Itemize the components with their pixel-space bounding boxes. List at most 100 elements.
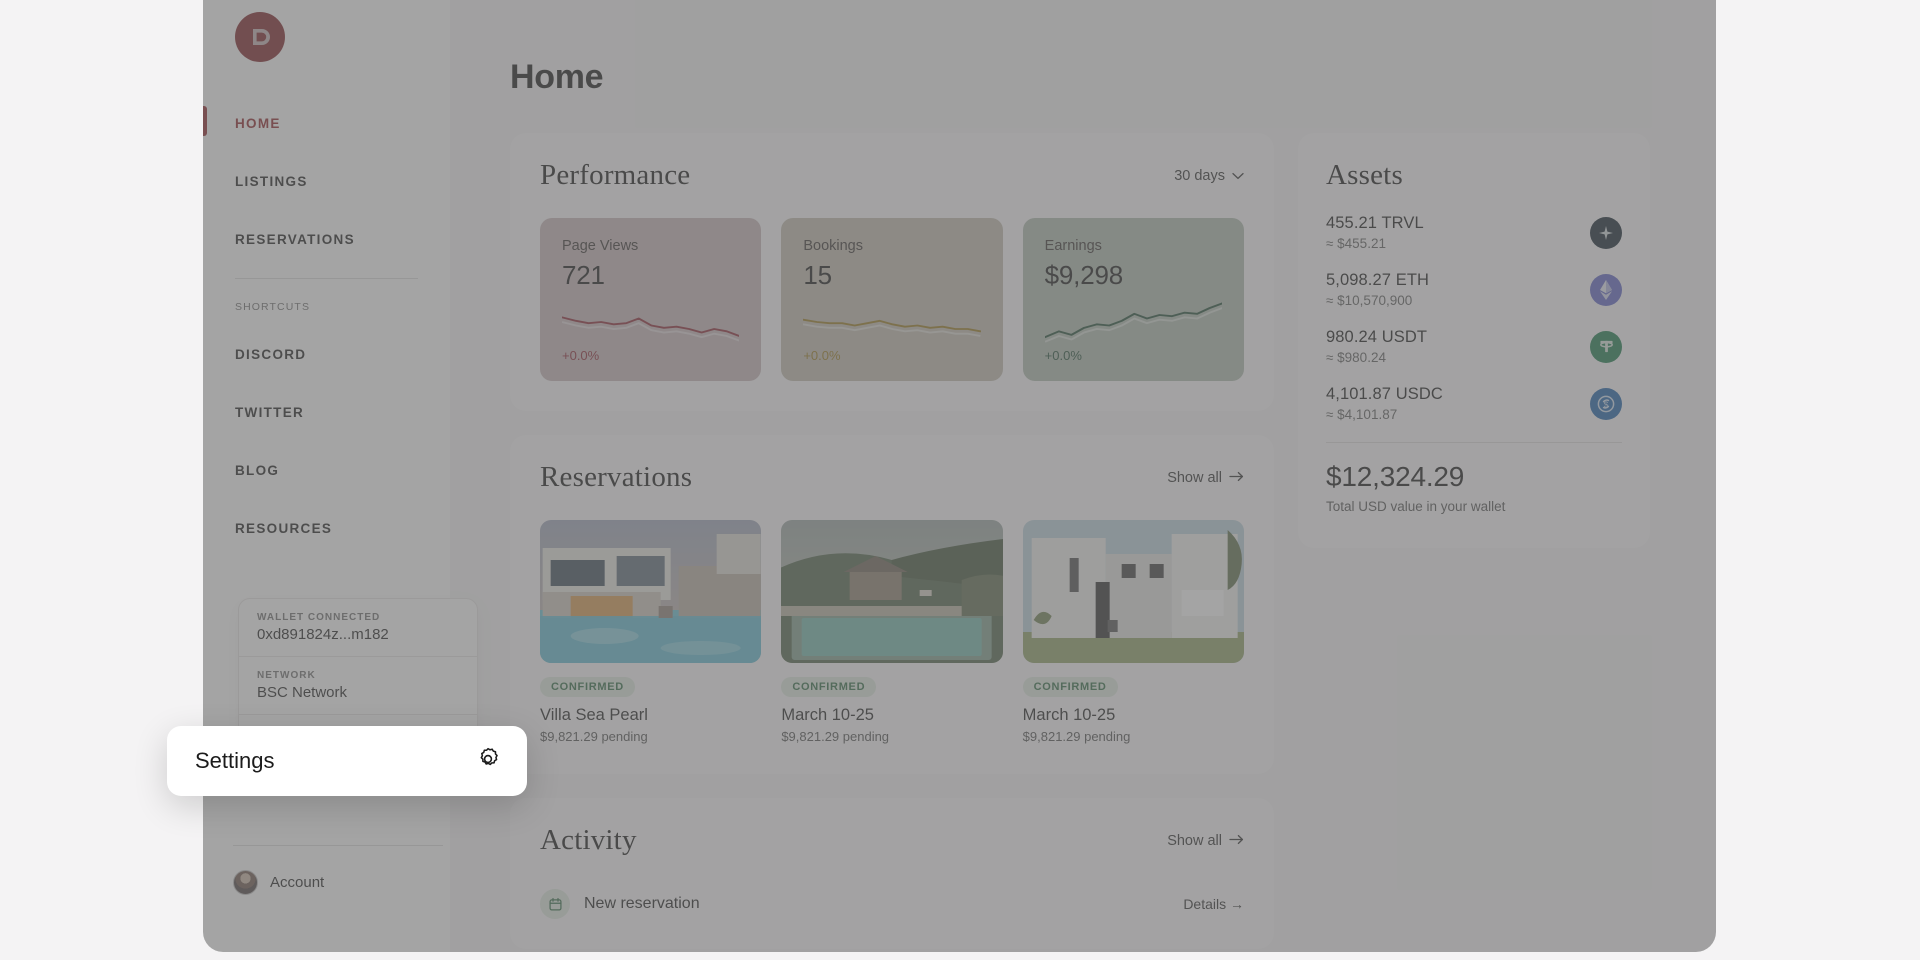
app-window: HOME LISTINGS RESERVATIONS SHORTCUTS DIS… xyxy=(203,0,1716,952)
sidebar-item-home[interactable]: HOME xyxy=(203,104,450,143)
wallet-address: 0xd891824z...m182 xyxy=(257,626,389,643)
reservations-panel: Reservations Show all CONFIRMED Villa Se… xyxy=(510,435,1274,774)
account-button[interactable]: Account xyxy=(233,870,324,895)
metric-label: Bookings xyxy=(803,238,863,254)
left-column: Performance 30 days Page Views 721 +0.0%… xyxy=(510,133,1274,952)
wallet-connected-row[interactable]: WALLET CONNECTED 0xd891824z...m182 xyxy=(239,599,477,656)
reservation-photo-white-house xyxy=(1022,520,1244,663)
status-badge: CONFIRMED xyxy=(781,677,877,697)
sidebar-item-label: RESERVATIONS xyxy=(235,232,355,247)
primary-nav: HOME LISTINGS RESERVATIONS SHORTCUTS DIS… xyxy=(203,104,450,567)
network-value: BSC Network xyxy=(257,684,348,701)
metric-label: Earnings xyxy=(1044,238,1102,254)
network-label: NETWORK xyxy=(257,670,316,681)
avatar xyxy=(233,870,258,895)
asset-row-usdc[interactable]: 4,101.87 USDC ≈ $4,101.87 $ xyxy=(1326,385,1622,422)
asset-amount: 5,098.27 ETH xyxy=(1326,271,1430,289)
performance-title: Performance xyxy=(540,159,691,191)
status-badge: CONFIRMED xyxy=(540,677,635,697)
eth-icon xyxy=(1590,273,1622,306)
sidebar-item-twitter[interactable]: TWITTER xyxy=(203,393,450,432)
assets-total-value: $12,324.29 xyxy=(1326,461,1465,492)
reservation-name: March 10-25 xyxy=(1022,706,1116,724)
right-column: Assets 455.21 TRVL ≈ $455.21 5,098.27 ET… xyxy=(1298,133,1650,572)
assets-title: Assets xyxy=(1326,159,1403,191)
performance-panel: Performance 30 days Page Views 721 +0.0%… xyxy=(510,133,1274,411)
reservation-card[interactable]: CONFIRMED March 10-25 $9,821.29 pending xyxy=(1022,520,1244,744)
activity-panel: Activity Show all New reservation Detail… xyxy=(510,798,1274,949)
reservation-photo-villa-sunset xyxy=(540,520,762,663)
metric-card-page-views[interactable]: Page Views 721 +0.0% xyxy=(540,218,762,381)
assets-panel: Assets 455.21 TRVL ≈ $455.21 5,098.27 ET… xyxy=(1298,133,1650,548)
sidebar-item-label: LISTINGS xyxy=(235,174,308,189)
asset-amount: 980.24 USDT xyxy=(1326,328,1428,346)
sidebar-item-reservations[interactable]: RESERVATIONS xyxy=(203,220,450,259)
metric-delta: +0.0% xyxy=(562,348,600,363)
arrow-right-icon: → xyxy=(1230,896,1244,912)
show-all-label: Show all xyxy=(1167,832,1222,849)
metric-card-earnings[interactable]: Earnings $9,298 +0.0% xyxy=(1022,218,1244,381)
asset-amount: 4,101.87 USDC xyxy=(1326,385,1443,403)
activity-row-title: New reservation xyxy=(584,895,700,912)
calendar-icon xyxy=(540,889,570,919)
sidebar-item-label: RESOURCES xyxy=(235,521,333,536)
asset-row-usdt[interactable]: 980.24 USDT ≈ $980.24 xyxy=(1326,328,1622,365)
asset-usd-value: ≈ $455.21 xyxy=(1326,236,1386,251)
arrow-right-icon xyxy=(1229,470,1244,486)
assets-divider xyxy=(1326,442,1622,443)
page-title: Home xyxy=(510,58,604,96)
metric-delta: +0.0% xyxy=(1044,348,1082,363)
activity-show-all-link[interactable]: Show all xyxy=(1167,833,1244,849)
asset-row-trvl[interactable]: 455.21 TRVL ≈ $455.21 xyxy=(1326,214,1622,251)
reservations-title: Reservations xyxy=(540,461,693,493)
reservation-grid: CONFIRMED Villa Sea Pearl $9,821.29 pend… xyxy=(540,520,1244,744)
main-content: Home Performance 30 days Page Views 721 … xyxy=(450,0,1716,952)
sparkline-bookings xyxy=(803,291,981,348)
chevron-down-icon xyxy=(1232,168,1244,184)
activity-title: Activity xyxy=(540,824,637,856)
reservation-card[interactable]: CONFIRMED March 10-25 $9,821.29 pending xyxy=(781,520,1003,744)
performance-range-dropdown[interactable]: 30 days xyxy=(1174,168,1244,184)
metric-value: 15 xyxy=(803,260,832,290)
sidebar-item-discord[interactable]: DISCORD xyxy=(203,335,450,374)
details-label: Details xyxy=(1183,896,1227,912)
activity-row-details-link[interactable]: Details → xyxy=(1183,896,1244,912)
reservation-card[interactable]: CONFIRMED Villa Sea Pearl $9,821.29 pend… xyxy=(540,520,762,744)
asset-amount: 455.21 TRVL xyxy=(1326,214,1424,232)
wallet-network-row[interactable]: NETWORK BSC Network xyxy=(239,656,477,714)
settings-popup[interactable]: Settings xyxy=(167,726,527,796)
reservation-amount: $9,821.29 pending xyxy=(540,729,648,744)
usdt-icon xyxy=(1590,330,1622,363)
account-divider xyxy=(233,845,443,846)
metric-value: 721 xyxy=(562,260,605,290)
metric-delta: +0.0% xyxy=(803,348,841,363)
sparkline-earnings xyxy=(1044,291,1222,348)
trvl-icon xyxy=(1590,216,1622,249)
reservation-photo-pool-hillside xyxy=(781,520,1003,663)
activity-row[interactable]: New reservation Details → xyxy=(540,883,1244,919)
shortcuts-caption: SHORTCUTS xyxy=(235,301,311,313)
reservation-amount: $9,821.29 pending xyxy=(1022,729,1131,744)
asset-row-eth[interactable]: 5,098.27 ETH ≈ $10,570,900 xyxy=(1326,271,1622,308)
metric-value: $9,298 xyxy=(1044,260,1124,290)
sidebar: HOME LISTINGS RESERVATIONS SHORTCUTS DIS… xyxy=(203,0,478,952)
usdc-icon: $ xyxy=(1590,387,1622,420)
asset-usd-value: ≈ $4,101.87 xyxy=(1326,407,1398,422)
asset-usd-value: ≈ $980.24 xyxy=(1326,350,1386,365)
sidebar-item-listings[interactable]: LISTINGS xyxy=(203,162,450,201)
metric-grid: Page Views 721 +0.0% Bookings 15 +0.0% E… xyxy=(540,218,1244,381)
status-badge: CONFIRMED xyxy=(1022,677,1118,697)
sidebar-item-label: TWITTER xyxy=(235,405,305,420)
sidebar-item-label: BLOG xyxy=(235,463,280,478)
metric-card-bookings[interactable]: Bookings 15 +0.0% xyxy=(781,218,1003,381)
sidebar-item-label: DISCORD xyxy=(235,347,307,362)
wallet-connected-label: WALLET CONNECTED xyxy=(257,612,381,623)
app-logo[interactable] xyxy=(235,12,285,62)
settings-label: Settings xyxy=(195,748,275,773)
sidebar-item-blog[interactable]: BLOG xyxy=(203,451,450,490)
metric-label: Page Views xyxy=(562,238,639,254)
gear-icon[interactable] xyxy=(475,746,501,777)
asset-usd-value: ≈ $10,570,900 xyxy=(1326,293,1413,308)
reservations-show-all-link[interactable]: Show all xyxy=(1167,470,1244,486)
sidebar-item-resources[interactable]: RESOURCES xyxy=(203,509,450,548)
